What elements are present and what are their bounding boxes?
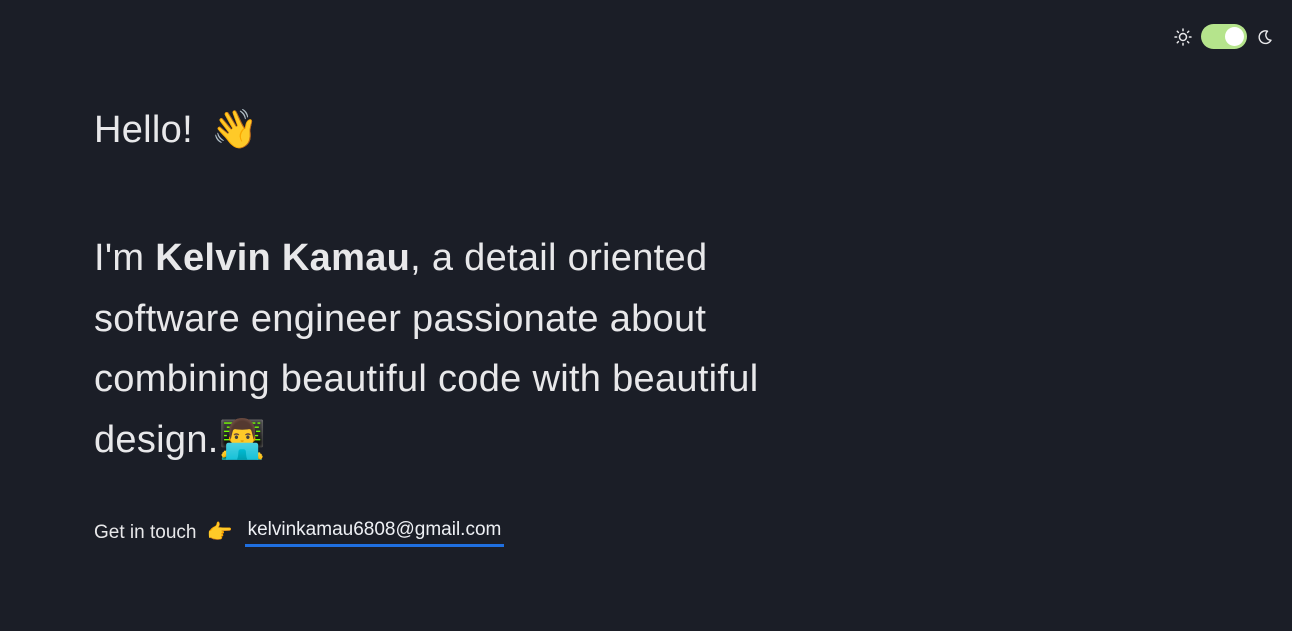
email-link[interactable]: kelvinkamau6808@gmail.com [244, 519, 505, 547]
pointing-hand-icon: 👉 [206, 521, 233, 544]
hero: Hello! 👋 I'm Kelvin Kamau, a detail orien… [94, 104, 774, 470]
author-name: Kelvin Kamau [155, 237, 411, 279]
waving-hand-icon: 👋 [210, 109, 259, 151]
dark-mode-switch[interactable] [1201, 24, 1247, 49]
greeting-heading: Hello! 👋 [94, 104, 774, 156]
contact-row: Get in touch 👉 kelvinkamau6808@gmail.com [94, 519, 505, 547]
page: Hello! 👋 I'm Kelvin Kamau, a detail orien… [0, 0, 1292, 631]
greeting-text: Hello! [94, 109, 193, 151]
switch-knob [1225, 27, 1244, 46]
sun-icon [1174, 27, 1192, 46]
moon-icon [1256, 28, 1274, 46]
technologist-icon: 👨‍💻 [218, 418, 267, 461]
contact-label: Get in touch [94, 522, 197, 543]
intro-paragraph: I'm Kelvin Kamau, a detail oriented soft… [94, 228, 774, 470]
theme-toggle [1174, 24, 1274, 49]
intro-prefix: I'm [94, 237, 156, 279]
